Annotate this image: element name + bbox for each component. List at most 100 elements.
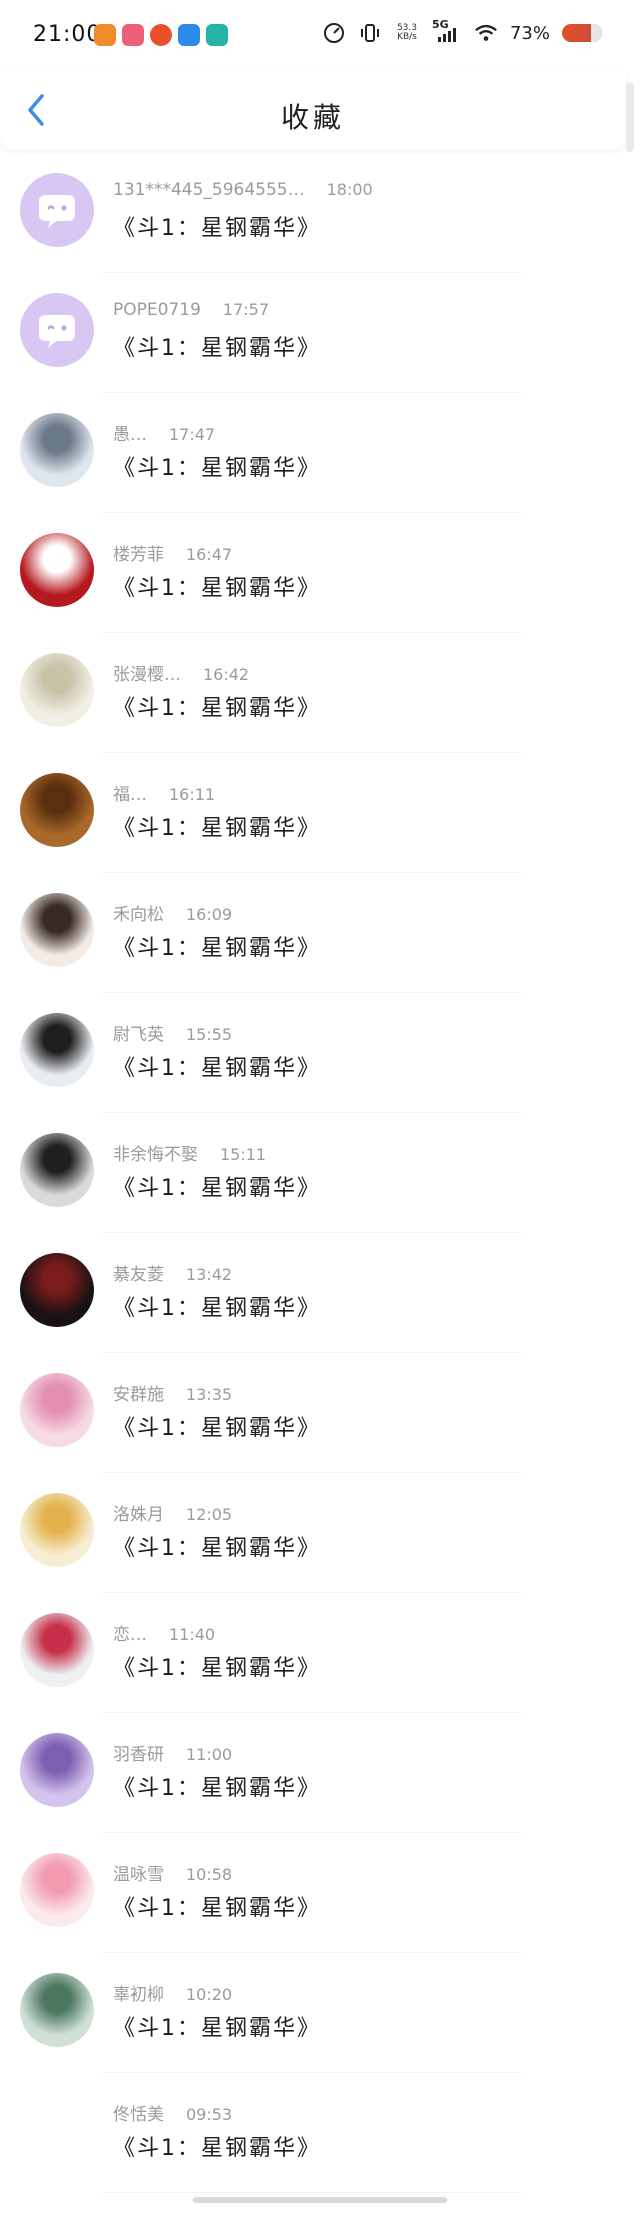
- avatar[interactable]: [20, 1733, 94, 1807]
- list-item[interactable]: 洛姝月 12:05 《斗1：星钢霸华》: [0, 1485, 640, 1605]
- user-name: 温咏雪: [113, 1865, 164, 1885]
- item-time: 09:53: [186, 2105, 233, 2124]
- list-item[interactable]: 辜初柳 10:20 《斗1：星钢霸华》: [0, 1965, 640, 2085]
- list-item[interactable]: 张漫樱… 16:42 《斗1：星钢霸华》: [0, 645, 640, 765]
- list-item[interactable]: 温咏雪 10:58 《斗1：星钢霸华》: [0, 1845, 640, 1965]
- list-item[interactable]: 禾向松 16:09 《斗1：星钢霸华》: [0, 885, 640, 1005]
- item-time: 10:20: [186, 1985, 233, 2004]
- divider: [102, 1472, 522, 1473]
- navigation-header: 收藏: [0, 72, 626, 150]
- item-meta: 恋… 11:40: [113, 1620, 215, 1645]
- avatar[interactable]: [20, 533, 94, 607]
- item-time: 16:09: [186, 905, 233, 924]
- list-item[interactable]: 楼芳菲 16:47 《斗1：星钢霸华》: [0, 525, 640, 645]
- item-time: 16:11: [169, 785, 216, 804]
- app-notification-icon: [206, 24, 228, 46]
- speedometer-icon: [322, 22, 346, 44]
- avatar[interactable]: [20, 293, 94, 367]
- user-name: 131***445_5964555…: [113, 180, 305, 200]
- page-title: 收藏: [280, 101, 345, 134]
- divider: [102, 1592, 522, 1593]
- divider: [102, 1232, 522, 1233]
- user-name: 愚…: [113, 425, 147, 445]
- list-item[interactable]: 非余悔不娶 15:11 《斗1：星钢霸华》: [0, 1125, 640, 1245]
- divider: [102, 1352, 522, 1353]
- user-name: 楼芳菲: [113, 545, 164, 565]
- user-name: 恋…: [113, 1625, 147, 1645]
- avatar[interactable]: [20, 1013, 94, 1087]
- item-message: 《斗1：星钢霸华》: [113, 1536, 321, 1561]
- item-meta: 131***445_5964555… 18:00: [113, 180, 373, 200]
- item-meta: 辜初柳 10:20: [113, 1980, 232, 2005]
- battery-icon: [562, 24, 602, 42]
- chat-bubble-avatar-icon: [39, 195, 75, 228]
- item-time: 17:57: [222, 300, 269, 319]
- item-meta: 安群施 13:35: [113, 1380, 232, 1405]
- user-name: 福…: [113, 785, 147, 805]
- divider: [102, 392, 522, 393]
- avatar[interactable]: [20, 653, 94, 727]
- item-message: 《斗1：星钢霸华》: [113, 336, 321, 361]
- avatar[interactable]: [20, 1373, 94, 1447]
- item-meta: POPE0719 17:57: [113, 300, 269, 320]
- avatar[interactable]: [20, 1493, 94, 1567]
- item-meta: 温咏雪 10:58: [113, 1860, 232, 1885]
- avatar[interactable]: [20, 173, 94, 247]
- avatar[interactable]: [20, 413, 94, 487]
- avatar[interactable]: [20, 1853, 94, 1927]
- item-meta: 洛姝月 12:05: [113, 1500, 232, 1525]
- item-meta: 非余悔不娶 15:11: [113, 1140, 266, 1165]
- item-time: 12:05: [186, 1505, 233, 1524]
- list-item[interactable]: 恋… 11:40 《斗1：星钢霸华》: [0, 1605, 640, 1725]
- list-item[interactable]: 綦友菱 13:42 《斗1：星钢霸华》: [0, 1245, 640, 1365]
- home-indicator[interactable]: [193, 2197, 447, 2203]
- app-notification-icon: [122, 24, 144, 46]
- vibrate-icon: [358, 22, 382, 44]
- avatar[interactable]: [20, 893, 94, 967]
- user-name: 禾向松: [113, 905, 164, 925]
- item-time: 15:11: [220, 1145, 267, 1164]
- item-time: 13:42: [186, 1265, 233, 1284]
- wifi-icon: [474, 22, 498, 44]
- avatar[interactable]: [20, 1613, 94, 1687]
- list-item[interactable]: 愚… 17:47 《斗1：星钢霸华》: [0, 405, 640, 525]
- item-meta: 张漫樱… 16:42: [113, 660, 249, 685]
- item-message: 《斗1：星钢霸华》: [113, 2016, 321, 2041]
- list-item[interactable]: 尉飞英 15:55 《斗1：星钢霸华》: [0, 1005, 640, 1125]
- scrollbar[interactable]: [626, 82, 634, 152]
- list-item[interactable]: 131***445_5964555… 18:00 《斗1：星钢霸华》: [0, 165, 640, 285]
- user-name: 辜初柳: [113, 1985, 164, 2005]
- avatar[interactable]: [20, 1133, 94, 1207]
- list-item[interactable]: 福… 16:11 《斗1：星钢霸华》: [0, 765, 640, 885]
- item-time: 16:47: [186, 545, 233, 564]
- user-name: 綦友菱: [113, 1265, 164, 1285]
- item-message: 《斗1：星钢霸华》: [113, 1296, 321, 1321]
- avatar[interactable]: [20, 773, 94, 847]
- list-item[interactable]: 安群施 13:35 《斗1：星钢霸华》: [0, 1365, 640, 1485]
- divider: [102, 632, 522, 633]
- divider: [102, 752, 522, 753]
- user-name: 安群施: [113, 1385, 164, 1405]
- list-item[interactable]: POPE0719 17:57 《斗1：星钢霸华》: [0, 285, 640, 405]
- avatar[interactable]: [20, 1973, 94, 2047]
- notification-icons: [94, 24, 228, 46]
- list-item[interactable]: 佟恬美 09:53 《斗1：星钢霸华》: [0, 2085, 640, 2205]
- list-item[interactable]: 羽香研 11:00 《斗1：星钢霸华》: [0, 1725, 640, 1845]
- status-time: 21:00: [33, 22, 102, 47]
- divider: [102, 1112, 522, 1113]
- item-time: 13:35: [186, 1385, 233, 1404]
- avatar[interactable]: [20, 1253, 94, 1327]
- item-message: 《斗1：星钢霸华》: [113, 456, 321, 481]
- network-speed-unit: KB/s: [397, 32, 417, 42]
- network-speed: 53.3 KB/s: [394, 24, 420, 42]
- signal-bars-icon: 5G: [432, 18, 462, 44]
- app-notification-icon: [178, 24, 200, 46]
- item-message: 《斗1：星钢霸华》: [113, 1056, 321, 1081]
- item-time: 16:42: [203, 665, 250, 684]
- item-time: 18:00: [326, 180, 373, 199]
- battery-empty-portion: [591, 24, 602, 42]
- divider: [102, 872, 522, 873]
- item-message: 《斗1：星钢霸华》: [113, 1656, 321, 1681]
- divider: [102, 2072, 522, 2073]
- item-meta: 羽香研 11:00: [113, 1740, 232, 1765]
